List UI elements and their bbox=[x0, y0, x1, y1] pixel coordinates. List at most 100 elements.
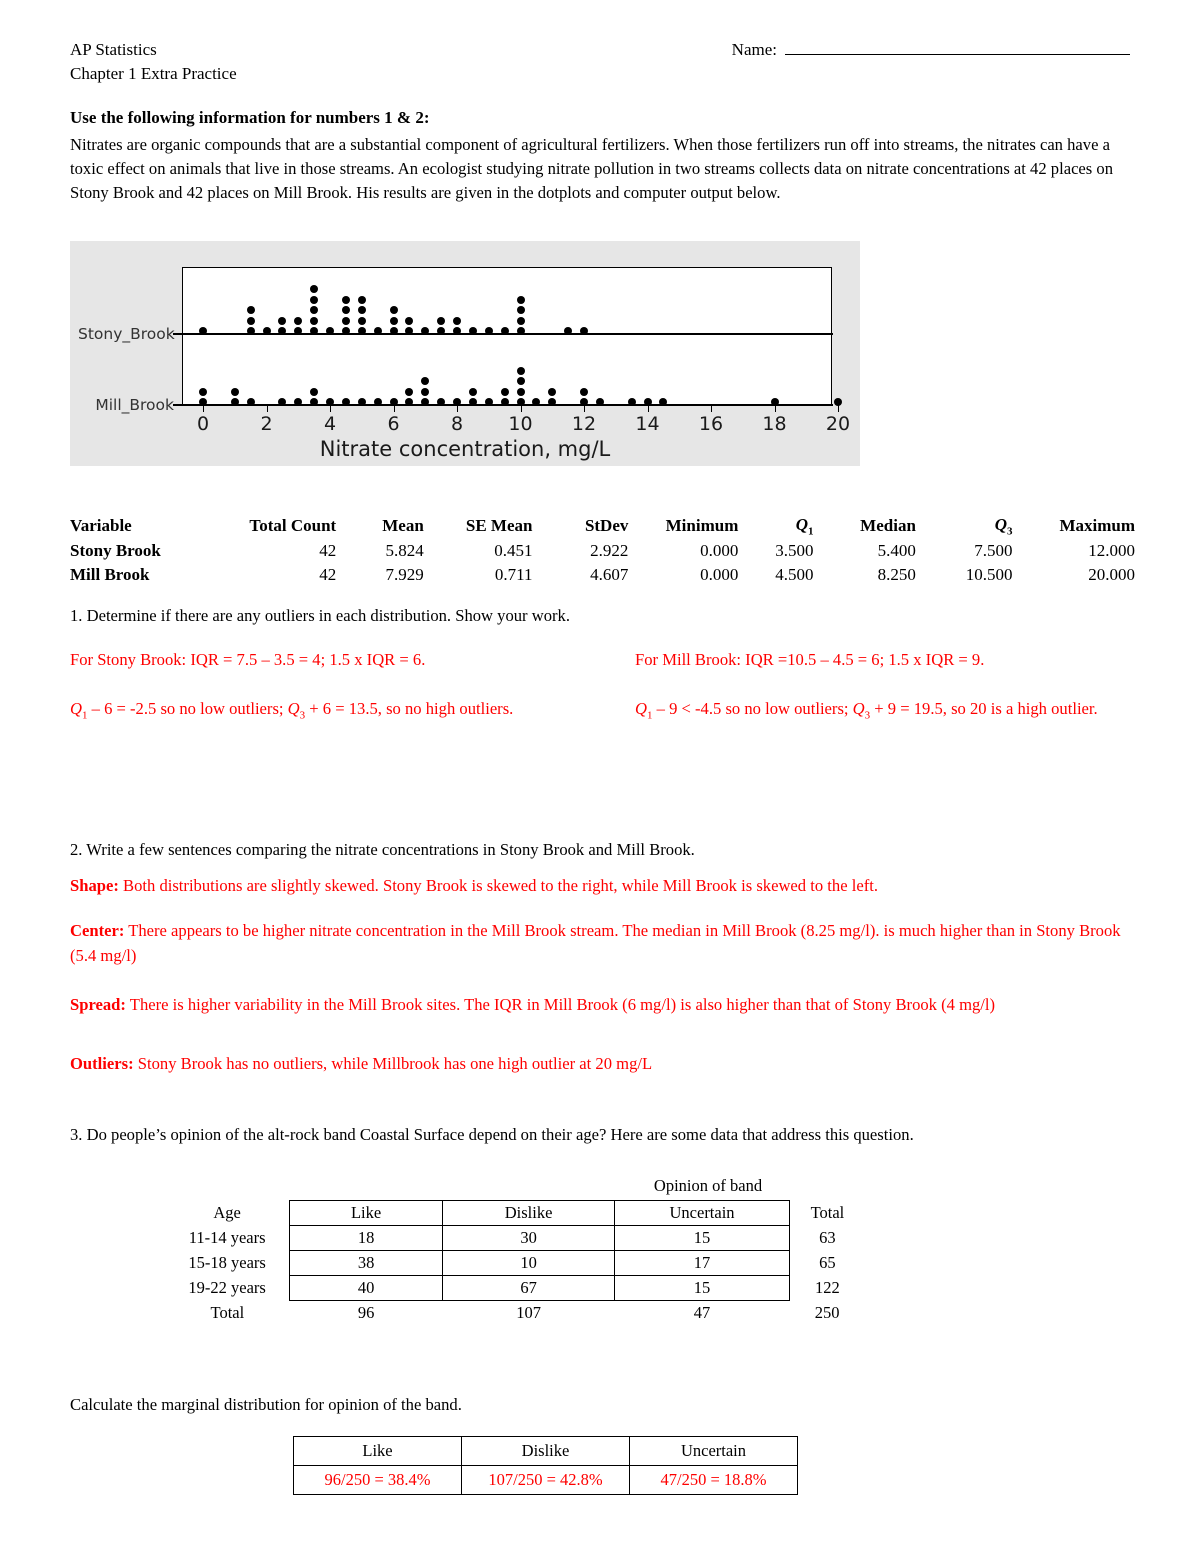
table-row: 15-18 years 38 10 17 65 bbox=[165, 1250, 865, 1276]
total-like: 96 bbox=[357, 1303, 375, 1322]
name-label: Name: bbox=[731, 40, 777, 59]
worksheet-page: AP Statistics Chapter 1 Extra Practice N… bbox=[0, 0, 1200, 1553]
data-point bbox=[230, 387, 239, 396]
x-axis-title: Nitrate concentration, mg/L bbox=[319, 437, 611, 461]
data-point bbox=[516, 387, 525, 396]
corner-label: Age bbox=[213, 1203, 241, 1222]
col-median: Median bbox=[860, 516, 916, 536]
stony-brook-label: Stony_Brook bbox=[78, 325, 175, 343]
data-point bbox=[389, 306, 398, 314]
col-minimum: Minimum bbox=[665, 516, 739, 536]
data-point bbox=[373, 398, 382, 406]
question-2-text: 2. Write a few sentences comparing the n… bbox=[70, 840, 695, 859]
two-way-table: Age Like Dislike Uncertain Total 11-14 y… bbox=[165, 1200, 865, 1325]
x-tick-label: 8 bbox=[450, 413, 464, 435]
answer-stony-brook: For Stony Brook: IQR = 7.5 – 3.5 = 4; 1.… bbox=[70, 648, 610, 727]
center-text: There appears to be higher nitrate conce… bbox=[70, 921, 1121, 965]
table-row: 19-22 years 40 67 15 122 bbox=[165, 1275, 865, 1301]
cell-dislike: 30 bbox=[441, 1225, 616, 1251]
prompt-body: Nitrates are organic compounds that are … bbox=[70, 135, 1113, 203]
data-point bbox=[468, 387, 477, 396]
table-header-row: Age Like Dislike Uncertain Total bbox=[165, 1200, 865, 1226]
row-label-age: 11-14 years bbox=[188, 1228, 266, 1247]
data-point bbox=[341, 295, 350, 304]
cell-maximum: 20.000 bbox=[1088, 565, 1135, 585]
data-point bbox=[580, 387, 588, 396]
cell-dislike: 10 bbox=[441, 1250, 616, 1276]
data-point bbox=[357, 306, 366, 314]
data-point bbox=[246, 306, 255, 314]
data-point bbox=[357, 327, 366, 335]
mill-outlier-line: Q1 – 9 < -4.5 so no low outliers; Q3 + 9… bbox=[635, 699, 1098, 722]
shape-text: Both distributions are slightly skewed. … bbox=[118, 876, 878, 895]
marg-value-dislike: 107/250 = 42.8% bbox=[461, 1465, 630, 1495]
mill-iqr-line: For Mill Brook: IQR =10.5 – 4.5 = 6; 1.5… bbox=[635, 650, 985, 669]
data-point bbox=[262, 327, 271, 335]
x-tick-label: 2 bbox=[260, 413, 273, 435]
shape-label: Shape: bbox=[70, 876, 119, 895]
cell-uncertain: 15 bbox=[614, 1275, 790, 1301]
data-point bbox=[453, 316, 461, 325]
cell-minimum: 0.000 bbox=[700, 541, 739, 561]
x-tick bbox=[520, 405, 522, 412]
data-point bbox=[310, 295, 319, 304]
table-header-row: Like Dislike Uncertain bbox=[293, 1436, 798, 1466]
prompt-title: Use the following information for number… bbox=[70, 108, 430, 127]
data-point bbox=[294, 316, 303, 325]
cell-median: 5.400 bbox=[877, 541, 916, 561]
row-label-age: 19-22 years bbox=[188, 1278, 266, 1297]
cell-mean: 7.929 bbox=[385, 565, 424, 585]
data-point bbox=[453, 327, 461, 335]
data-point bbox=[405, 316, 414, 325]
col-q1: Q1 bbox=[795, 515, 814, 538]
col-q3: Q3 bbox=[994, 515, 1013, 538]
cell-uncertain: 15 bbox=[614, 1225, 790, 1251]
answer-shape: Shape: Both distributions are slightly s… bbox=[70, 874, 1140, 899]
x-tick-label: 14 bbox=[635, 413, 660, 435]
col-total-count: Total Count bbox=[249, 516, 337, 536]
answer-center: Center: There appears to be higher nitra… bbox=[70, 919, 1140, 968]
cell-median: 8.250 bbox=[877, 565, 916, 585]
marginal-distribution-table: Like Dislike Uncertain 96/250 = 38.4% 10… bbox=[293, 1436, 798, 1495]
data-point bbox=[500, 387, 509, 396]
answer-spread: Spread: There is higher variability in t… bbox=[70, 993, 1140, 1018]
data-point bbox=[246, 327, 255, 335]
cell-se-mean: 0.451 bbox=[494, 541, 533, 561]
data-point bbox=[389, 316, 398, 325]
data-point bbox=[468, 398, 477, 406]
marg-value-uncertain: 47/250 = 18.8% bbox=[629, 1465, 798, 1495]
mill-brook-ytick bbox=[173, 404, 182, 406]
x-tick bbox=[266, 405, 268, 412]
col-stdev: StDev bbox=[584, 516, 629, 536]
cell-stdev: 2.922 bbox=[590, 541, 629, 561]
data-point bbox=[516, 295, 525, 304]
table-row: Stony Brook 42 5.824 0.451 2.922 0.000 3… bbox=[70, 539, 1135, 563]
x-tick-label: 20 bbox=[825, 413, 851, 435]
data-point bbox=[246, 316, 255, 325]
data-point bbox=[389, 327, 398, 335]
cell-like: 38 bbox=[289, 1250, 443, 1276]
plot-frame bbox=[182, 267, 832, 406]
summary-statistics-table: Variable Total Count Mean SE Mean StDev … bbox=[70, 513, 1135, 587]
cell-dislike: 67 bbox=[441, 1275, 616, 1301]
total-uncertain: 47 bbox=[693, 1303, 711, 1322]
cell-like: 18 bbox=[289, 1225, 443, 1251]
data-point bbox=[278, 316, 287, 325]
name-blank-line[interactable] bbox=[785, 38, 1130, 55]
data-point bbox=[421, 387, 430, 396]
x-tick-label: 6 bbox=[387, 413, 400, 435]
spread-text: There is higher variability in the Mill … bbox=[125, 995, 996, 1014]
data-point bbox=[500, 327, 509, 335]
stony-outlier-line: Q1 – 6 = -2.5 so no low outliers; Q3 + 6… bbox=[70, 699, 514, 722]
cell-mean: 5.824 bbox=[385, 541, 424, 561]
total-row-label: Total bbox=[210, 1302, 245, 1322]
cell-q1: 3.500 bbox=[775, 541, 814, 561]
marg-col-dislike: Dislike bbox=[461, 1436, 630, 1466]
outliers-text: Stony Brook has no outliers, while Millb… bbox=[133, 1054, 653, 1073]
x-tick-label: 4 bbox=[323, 413, 337, 435]
data-point bbox=[468, 327, 477, 335]
cell-variable: Stony Brook bbox=[70, 541, 161, 561]
data-point bbox=[595, 398, 604, 406]
x-tick-label: 0 bbox=[196, 413, 210, 435]
data-point bbox=[516, 377, 525, 385]
